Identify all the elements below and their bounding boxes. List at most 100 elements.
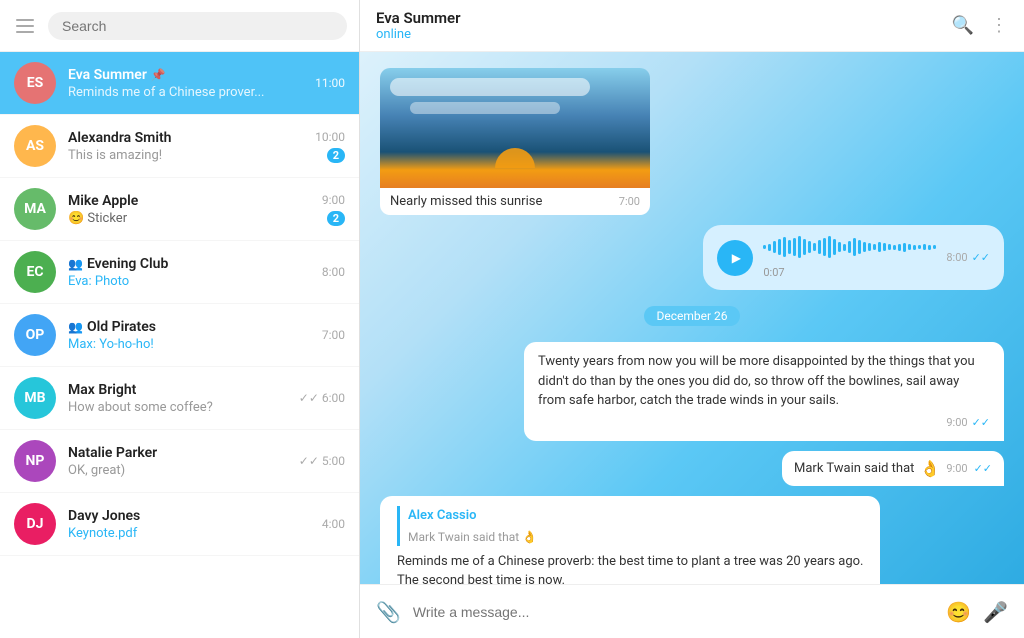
contact-preview-op: Max: Yo-ho-ho! [68, 337, 310, 352]
voice-info: 0:07 [763, 235, 936, 280]
tick-icon: ✓✓ [299, 454, 319, 468]
waveform-bar [908, 244, 911, 250]
waveform-bar [868, 243, 871, 251]
waveform-bar [768, 244, 771, 251]
waveform-bar [853, 238, 856, 256]
voice-message: 0:07 8:00 ✓✓ [703, 225, 1004, 290]
waveform-bar [833, 239, 836, 255]
contact-name-es: Eva Summer📌 [68, 67, 303, 83]
sidebar: ES Eva Summer📌 Reminds me of a Chinese pro… [0, 0, 360, 638]
waveform-bar [878, 242, 881, 252]
waveform-bar [803, 239, 806, 255]
date-divider: December 26 [380, 306, 1004, 326]
waveform-bar [923, 244, 926, 250]
attach-icon[interactable]: 📎 [376, 600, 401, 624]
waveform-bar [913, 245, 916, 250]
waveform-bar [763, 245, 766, 249]
contact-name-np: Natalie Parker [68, 445, 287, 461]
contact-item-np[interactable]: NP Natalie Parker OK, great) ✓✓ 5:00 [0, 430, 359, 493]
waveform-bar [858, 240, 861, 254]
contact-item-ma[interactable]: MAMike Apple😊 Sticker9:002 [0, 178, 359, 241]
chat-input-area: 📎 😊 🎤 [360, 584, 1024, 638]
contact-preview-es: Reminds me of a Chinese prover... [68, 85, 303, 100]
waveform-bar [843, 244, 846, 251]
waveform-bar [773, 241, 776, 253]
avatar-ma: MA [14, 188, 56, 230]
avatar-es: ES [14, 62, 56, 104]
contact-list: ES Eva Summer📌 Reminds me of a Chinese pro… [0, 52, 359, 638]
mark-twain-time: 9:00 [946, 462, 967, 475]
contact-item-dj[interactable]: DJDavy JonesKeynote.pdf4:00 [0, 493, 359, 556]
emoji-icon[interactable]: 😊 [946, 600, 971, 624]
contact-preview-ma: 😊 Sticker [68, 211, 310, 226]
waveform-bar [928, 245, 931, 250]
badge-ma: 2 [327, 211, 345, 226]
contact-time-np: ✓✓ 5:00 [299, 454, 345, 468]
contact-info-np: Natalie Parker OK, great) [68, 445, 287, 478]
waveform-bar [828, 236, 831, 258]
message-input[interactable] [413, 604, 934, 620]
waveform-bar [808, 241, 811, 253]
reply-message: Alex Cassio Mark Twain said that 👌 Remin… [380, 496, 880, 584]
group-icon: 👥 [68, 257, 83, 271]
contact-info-es: Eva Summer📌 Reminds me of a Chinese prove… [68, 67, 303, 100]
waveform-bar [933, 245, 936, 249]
contact-item-op[interactable]: OP👥 Old PiratesMax: Yo-ho-ho!7:00 [0, 304, 359, 367]
contact-time-mb: ✓✓ 6:00 [299, 391, 345, 405]
contact-time-as: 10:00 [315, 130, 345, 144]
waveform-bar [918, 245, 921, 249]
contact-meta-op: 7:00 [322, 328, 345, 342]
hamburger-icon[interactable] [12, 15, 38, 37]
contact-info-dj: Davy JonesKeynote.pdf [68, 508, 310, 541]
waveform-bar [888, 244, 891, 250]
contact-name-ma: Mike Apple [68, 193, 310, 209]
avatar-as: AS [14, 125, 56, 167]
pin-icon-es: 📌 [151, 68, 166, 82]
contact-item-as[interactable]: ASAlexandra SmithThis is amazing!10:002 [0, 115, 359, 178]
avatar-np: NP [14, 440, 56, 482]
avatar-op: OP [14, 314, 56, 356]
play-button[interactable] [717, 240, 753, 276]
mark-twain-text: Mark Twain said that [794, 461, 914, 476]
voice-duration: 0:07 [763, 266, 784, 279]
voice-meta: 8:00 ✓✓ [946, 251, 990, 264]
mark-twain-tick: ✓✓ [974, 462, 992, 475]
avatar-ec: EC [14, 251, 56, 293]
contact-time-dj: 4:00 [322, 517, 345, 531]
waveform-bar [848, 241, 851, 253]
image-caption: Nearly missed this sunrise 7:00 [380, 188, 650, 215]
contact-info-ec: 👥 Evening ClubEva: Photo [68, 256, 310, 289]
waveform-bar [778, 239, 781, 255]
waveform-bar [798, 236, 801, 258]
search-icon[interactable]: 🔍 [952, 15, 974, 36]
contact-preview-np: OK, great) [68, 463, 287, 478]
contact-name-dj: Davy Jones [68, 508, 310, 524]
contact-meta-mb: ✓✓ 6:00 [299, 391, 345, 405]
contact-time-ec: 8:00 [322, 265, 345, 279]
voice-tick: ✓✓ [972, 251, 990, 264]
sunrise-image [380, 68, 650, 188]
voice-time: 8:00 [946, 251, 967, 264]
contact-time-op: 7:00 [322, 328, 345, 342]
image-caption-text: Nearly missed this sunrise [390, 194, 542, 209]
reply-author: Alex Cassio [408, 506, 866, 526]
contact-name-ec: 👥 Evening Club [68, 256, 310, 272]
quote-message: Twenty years from now you will be more d… [524, 342, 1004, 441]
contact-meta-ec: 8:00 [322, 265, 345, 279]
image-message: Nearly missed this sunrise 7:00 [380, 68, 650, 215]
contact-item-mb[interactable]: MBMax BrightHow about some coffee?✓✓ 6:0… [0, 367, 359, 430]
sidebar-header [0, 0, 359, 52]
contact-info-ma: Mike Apple 😊 Sticker [68, 193, 310, 226]
more-icon[interactable]: ⋮ [990, 15, 1008, 36]
waveform-bar [883, 243, 886, 251]
contact-item-es[interactable]: ES Eva Summer📌 Reminds me of a Chinese pro… [0, 52, 359, 115]
contact-meta-np: ✓✓ 5:00 [299, 454, 345, 468]
search-input[interactable] [48, 12, 347, 40]
contact-name-mb: Max Bright [68, 382, 287, 398]
mic-icon[interactable]: 🎤 [983, 600, 1008, 624]
waveform-bar [793, 238, 796, 256]
mark-twain-message: Mark Twain said that 👌 9:00 ✓✓ [782, 451, 1004, 486]
contact-name-as: Alexandra Smith [68, 130, 303, 146]
waveform-bar [838, 242, 841, 252]
contact-item-ec[interactable]: EC 👥 Evening ClubEva: Photo 8:00 [0, 241, 359, 304]
